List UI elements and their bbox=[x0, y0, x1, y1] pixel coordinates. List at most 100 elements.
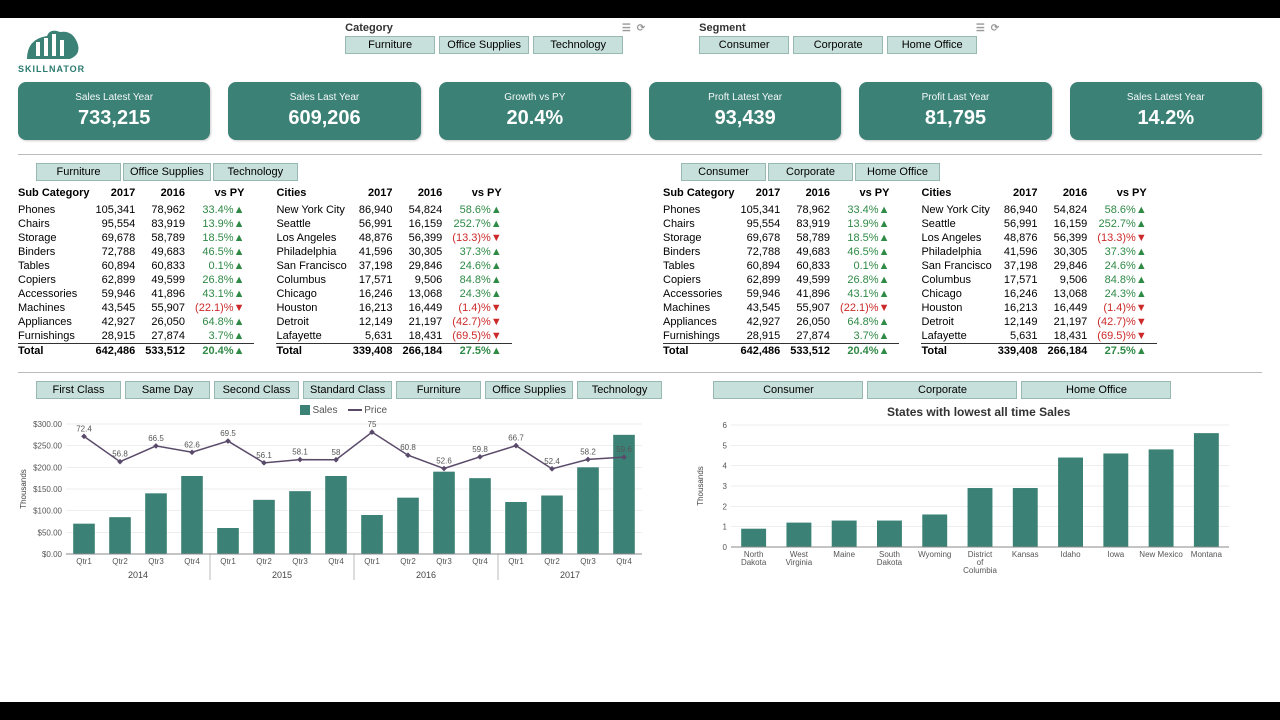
svg-text:Dakota: Dakota bbox=[877, 558, 903, 567]
slicer-segment-consumer[interactable]: Consumer bbox=[699, 36, 789, 54]
chart-tab[interactable]: Office Supplies bbox=[485, 381, 573, 399]
svg-text:$50.00: $50.00 bbox=[38, 528, 63, 537]
svg-text:Kansas: Kansas bbox=[1012, 550, 1039, 559]
table-row: Appliances42,92726,05064.8%▲ bbox=[663, 315, 899, 329]
brand-name: SKILLNATOR bbox=[18, 64, 85, 74]
svg-text:66.7: 66.7 bbox=[508, 434, 524, 443]
cities-table-right: Cities20172016vs PY New York City86,9405… bbox=[921, 185, 1156, 358]
svg-text:5: 5 bbox=[723, 441, 728, 450]
tab-furniture[interactable]: Furniture bbox=[36, 163, 121, 181]
svg-text:Thousands: Thousands bbox=[19, 469, 28, 509]
svg-text:Qtr2: Qtr2 bbox=[400, 557, 416, 566]
table-row: Los Angeles48,87656,399(13.3)%▼ bbox=[921, 231, 1156, 245]
slicer-segment-label: Segment bbox=[699, 22, 745, 34]
svg-text:69.5: 69.5 bbox=[220, 429, 236, 438]
svg-text:Qtr4: Qtr4 bbox=[328, 557, 344, 566]
kpi-card-1: Sales Last Year609,206 bbox=[228, 82, 420, 140]
svg-text:$150.00: $150.00 bbox=[33, 485, 62, 494]
chart-tab[interactable]: First Class bbox=[36, 381, 121, 399]
slicer-segment-home[interactable]: Home Office bbox=[887, 36, 977, 54]
table-row: Tables60,89460,8330.1%▲ bbox=[18, 259, 254, 273]
slicer-category-furniture[interactable]: Furniture bbox=[345, 36, 435, 54]
table-row: Binders72,78849,68346.5%▲ bbox=[18, 245, 254, 259]
tab-technology[interactable]: Technology bbox=[213, 163, 298, 181]
chart-tab[interactable]: Consumer bbox=[713, 381, 863, 399]
chart-tab[interactable]: Corporate bbox=[867, 381, 1017, 399]
svg-text:Qtr1: Qtr1 bbox=[364, 557, 380, 566]
slicer-category-office[interactable]: Office Supplies bbox=[439, 36, 529, 54]
chart1-legend: Sales Price bbox=[18, 405, 669, 416]
svg-text:62.6: 62.6 bbox=[184, 440, 200, 449]
svg-text:2016: 2016 bbox=[416, 570, 436, 580]
svg-text:60.8: 60.8 bbox=[400, 443, 416, 452]
svg-text:$0.00: $0.00 bbox=[42, 550, 63, 559]
svg-text:$100.00: $100.00 bbox=[33, 507, 62, 516]
table-row: Accessories59,94641,89643.1%▲ bbox=[663, 287, 899, 301]
table-row: Lafayette5,63118,431(69.5)%▼ bbox=[921, 329, 1156, 344]
table-row: Chicago16,24613,06824.3%▲ bbox=[276, 287, 511, 301]
table-row: Lafayette5,63118,431(69.5)%▼ bbox=[276, 329, 511, 344]
table-row: Binders72,78849,68346.5%▲ bbox=[663, 245, 899, 259]
kpi-card-5: Sales Latest Year14.2% bbox=[1070, 82, 1262, 140]
chart-tab[interactable]: Technology bbox=[577, 381, 662, 399]
table-row: Philadelphia41,59630,30537.3%▲ bbox=[921, 245, 1156, 259]
table-row: San Francisco37,19829,84624.6%▲ bbox=[276, 259, 511, 273]
table-row: Furnishings28,91527,8743.7%▲ bbox=[663, 329, 899, 344]
table-row: Houston16,21316,449(1.4)%▼ bbox=[276, 301, 511, 315]
kpi-card-2: Growth vs PY20.4% bbox=[439, 82, 631, 140]
kpi-card-4: Profit Last Year81,795 bbox=[859, 82, 1051, 140]
cities-table-left: Cities20172016vs PY New York City86,9405… bbox=[276, 185, 511, 358]
kpi-card-3: Proft Latest Year93,439 bbox=[649, 82, 841, 140]
chart-tab[interactable]: Home Office bbox=[1021, 381, 1171, 399]
svg-text:Wyoming: Wyoming bbox=[919, 550, 952, 559]
svg-text:2015: 2015 bbox=[272, 570, 292, 580]
svg-text:3: 3 bbox=[723, 482, 728, 491]
svg-text:6: 6 bbox=[723, 421, 728, 430]
svg-text:59.6: 59.6 bbox=[616, 445, 632, 454]
table-row: Seattle56,99116,159252.7%▲ bbox=[276, 217, 511, 231]
svg-text:Qtr1: Qtr1 bbox=[508, 557, 524, 566]
clear-filter-icon: ⟳ bbox=[637, 23, 645, 34]
chart-tab[interactable]: Second Class bbox=[214, 381, 299, 399]
table-row: San Francisco37,19829,84624.6%▲ bbox=[921, 259, 1156, 273]
tab-consumer[interactable]: Consumer bbox=[681, 163, 766, 181]
table-total: Total339,408266,18427.5%▲ bbox=[921, 344, 1156, 359]
tab-office[interactable]: Office Supplies bbox=[123, 163, 211, 181]
slicer-category-label: Category bbox=[345, 22, 393, 34]
svg-text:Qtr4: Qtr4 bbox=[472, 557, 488, 566]
table-row: Philadelphia41,59630,30537.3%▲ bbox=[276, 245, 511, 259]
svg-text:4: 4 bbox=[723, 462, 728, 471]
svg-text:Qtr2: Qtr2 bbox=[112, 557, 128, 566]
table-row: New York City86,94054,82458.6%▲ bbox=[921, 203, 1156, 217]
clear-filter-icon: ⟳ bbox=[991, 23, 999, 34]
tab-home[interactable]: Home Office bbox=[855, 163, 940, 181]
svg-text:0: 0 bbox=[723, 543, 728, 552]
table-total: Total642,486533,51220.4%▲ bbox=[663, 344, 899, 359]
svg-text:Qtr1: Qtr1 bbox=[220, 557, 236, 566]
svg-text:2017: 2017 bbox=[560, 570, 580, 580]
chart-tab[interactable]: Standard Class bbox=[303, 381, 392, 399]
slicer-segment-corporate[interactable]: Corporate bbox=[793, 36, 883, 54]
chart-tab[interactable]: Furniture bbox=[396, 381, 481, 399]
tab-corporate[interactable]: Corporate bbox=[768, 163, 853, 181]
svg-text:58.2: 58.2 bbox=[580, 447, 596, 456]
svg-text:Qtr4: Qtr4 bbox=[616, 557, 632, 566]
table-total: Total642,486533,51220.4%▲ bbox=[18, 344, 254, 359]
svg-text:$300.00: $300.00 bbox=[33, 420, 62, 429]
svg-text:58: 58 bbox=[332, 448, 341, 457]
table-row: Chicago16,24613,06824.3%▲ bbox=[921, 287, 1156, 301]
table-row: Copiers62,89949,59926.8%▲ bbox=[663, 273, 899, 287]
table-row: Houston16,21316,449(1.4)%▼ bbox=[921, 301, 1156, 315]
svg-text:Virginia: Virginia bbox=[786, 558, 813, 567]
subcategory-table-right: Sub Category20172016vs PY Phones105,3417… bbox=[663, 185, 899, 358]
table-row: Tables60,89460,8330.1%▲ bbox=[663, 259, 899, 273]
svg-text:Iowa: Iowa bbox=[1108, 550, 1125, 559]
table-row: Phones105,34178,96233.4%▲ bbox=[663, 203, 899, 217]
svg-text:Dakota: Dakota bbox=[741, 558, 767, 567]
slicer-category-technology[interactable]: Technology bbox=[533, 36, 623, 54]
chart-tab[interactable]: Same Day bbox=[125, 381, 210, 399]
table-total: Total339,408266,18427.5%▲ bbox=[276, 344, 511, 359]
svg-text:Qtr3: Qtr3 bbox=[436, 557, 452, 566]
table-row: Appliances42,92726,05064.8%▲ bbox=[18, 315, 254, 329]
table-row: Accessories59,94641,89643.1%▲ bbox=[18, 287, 254, 301]
